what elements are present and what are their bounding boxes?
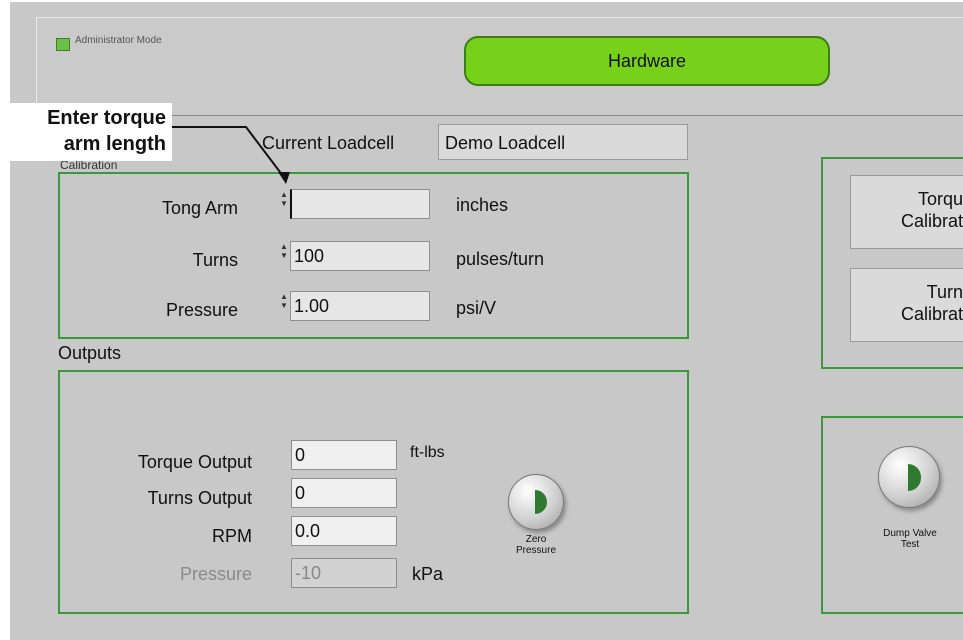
dump-valve-panel: [821, 416, 963, 614]
turns-calibration-button[interactable]: Turn Calibrat: [850, 268, 963, 342]
dump-valve-test-button[interactable]: [878, 446, 940, 508]
turns-calibration-line2: Calibrat: [900, 304, 963, 324]
dump-valve-label-line1: Dump Valve: [883, 528, 937, 539]
rpm-value: 0.0: [291, 516, 397, 546]
outputs-section-title: Outputs: [58, 343, 122, 363]
turns-calibration-line1: Turn: [926, 282, 963, 302]
turns-output-label: Turns Output: [147, 488, 252, 508]
turns-output-value: 0: [291, 478, 397, 508]
dump-valve-label-line2: Test: [900, 539, 920, 550]
pressure-output-label: Pressure: [179, 564, 252, 584]
zero-pressure-label-line1: Zero: [525, 534, 547, 545]
zero-pressure-label-line2: Pressure: [515, 545, 556, 556]
torque-calibration-line2: Calibrat: [900, 211, 963, 231]
torque-calibration-line1: Torqu: [917, 189, 963, 209]
torque-calibration-button[interactable]: Torqu Calibrat: [850, 175, 963, 249]
zero-pressure-button[interactable]: [508, 474, 564, 530]
torque-output-unit: ft-lbs: [410, 444, 445, 461]
dump-valve-test-label: Dump Valve Test: [866, 528, 954, 550]
torque-output-label: Torque Output: [137, 452, 252, 472]
zero-pressure-indicator-icon: [535, 490, 547, 514]
rpm-label: RPM: [212, 526, 252, 546]
dump-valve-indicator-icon: [908, 464, 921, 491]
torque-output-value: 0: [291, 440, 397, 470]
pressure-output-value: -10: [291, 558, 397, 588]
pressure-output-unit: kPa: [412, 564, 444, 584]
zero-pressure-label: Zero Pressure: [500, 534, 572, 556]
